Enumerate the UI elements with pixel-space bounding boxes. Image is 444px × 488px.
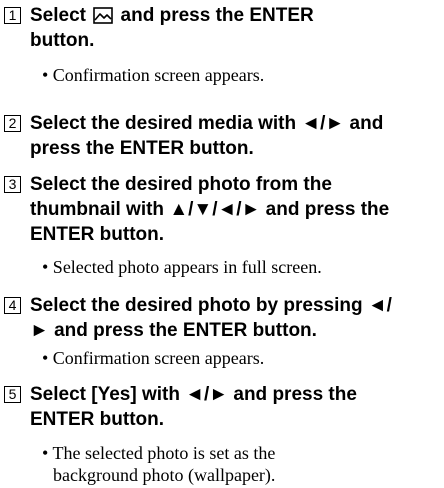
step-title-line: ► and press the ENTER button.	[30, 320, 317, 341]
picture-icon	[93, 6, 114, 31]
step-title-part: Select	[30, 5, 92, 26]
step-title-line: Select [Yes] with ◄/► and press the	[30, 384, 357, 405]
step-number: 1	[4, 7, 21, 24]
step-note: • Confirmation screen appears.	[42, 348, 265, 368]
step-title-line: Select the desired media with ◄/► and	[30, 113, 384, 134]
step-title-line: press the ENTER button.	[30, 138, 254, 159]
step-note: • Confirmation screen appears.	[42, 65, 265, 85]
step-title-line: button.	[30, 30, 95, 51]
step-note-continued: background photo (wallpaper).	[53, 465, 276, 485]
step-title-part: and press the ENTER	[115, 5, 314, 26]
step-title-line: Select the desired photo by pressing ◄/	[30, 295, 392, 316]
step-title-line: thumbnail with ▲/▼/◄/► and press the	[30, 199, 390, 220]
step-title-line: ENTER button.	[30, 224, 165, 245]
step-number: 3	[4, 176, 21, 193]
instruction-page: 1 Select and press the ENTER button. • C…	[0, 0, 444, 485]
step-number: 2	[4, 115, 21, 132]
step-title: Select and press the ENTER	[30, 3, 314, 31]
step-number: 4	[4, 297, 21, 314]
step-note: • Selected photo appears in full screen.	[42, 257, 322, 277]
step-number: 5	[4, 386, 21, 403]
step-title-line: ENTER button.	[30, 409, 165, 430]
step-title-line: Select the desired photo from the	[30, 174, 332, 195]
